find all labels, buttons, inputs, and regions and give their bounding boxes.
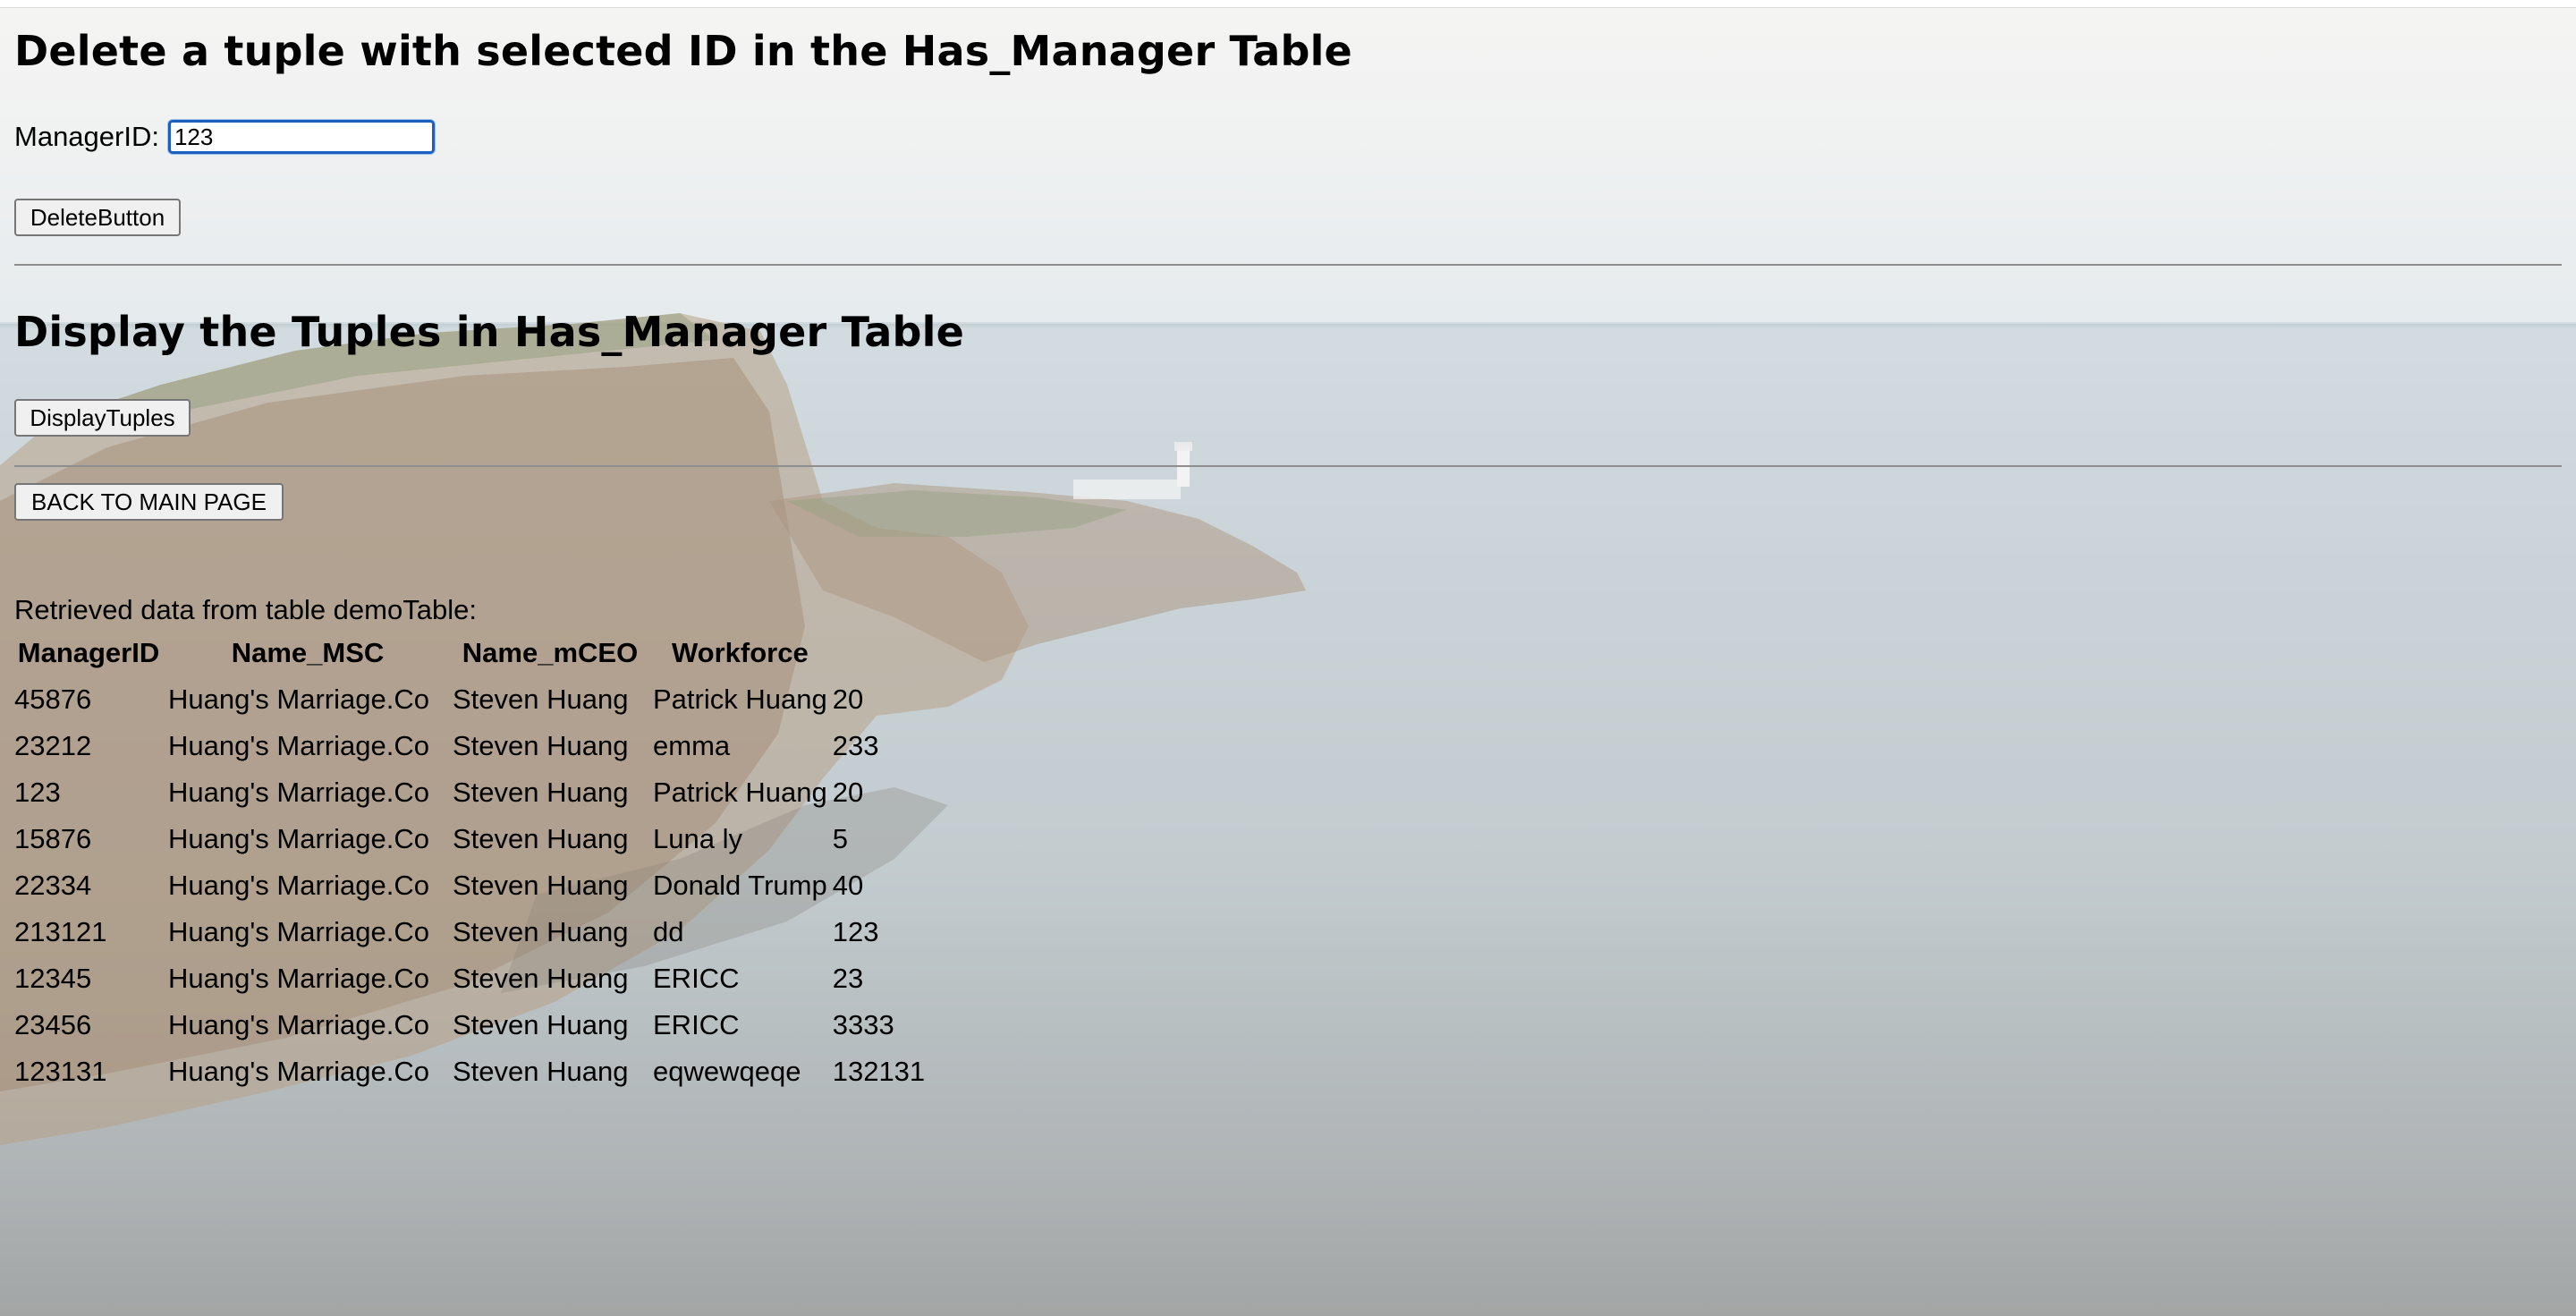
cell-name: Donald Trump <box>653 870 827 901</box>
manager-id-input[interactable] <box>167 120 435 154</box>
cell-name-mceo: Steven Huang <box>453 870 629 901</box>
cell-name-msc: Huang's Marriage.Co <box>168 823 429 854</box>
cell-managerid: 213121 <box>14 916 107 947</box>
table-header-row: ManagerID Name_MSC Name_mCEO Workforce <box>14 630 925 676</box>
results-table: ManagerID Name_MSC Name_mCEO Workforce 4… <box>9 630 930 1095</box>
manager-id-form-row: ManagerID: <box>14 120 435 154</box>
cell-managerid: 45876 <box>14 683 92 715</box>
table-row: 23456 Huang's Marriage.Co Steven Huang E… <box>14 1002 925 1049</box>
cell-name-mceo: Steven Huang <box>453 1009 629 1040</box>
cell-name: ERICC <box>653 963 740 994</box>
cell-name-mceo: Steven Huang <box>453 963 629 994</box>
cell-name: Patrick Huang <box>653 777 827 808</box>
cell-name-mceo: Steven Huang <box>453 730 629 761</box>
table-row: 123 Huang's Marriage.Co Steven Huang Pat… <box>14 769 925 816</box>
cell-workforce: 123 <box>832 916 879 947</box>
cell-name-msc: Huang's Marriage.Co <box>168 916 429 947</box>
cell-name-mceo: Steven Huang <box>453 1056 629 1087</box>
header-name-msc: Name_MSC <box>231 637 385 668</box>
cell-managerid: 15876 <box>14 823 92 854</box>
cell-name-msc: Huang's Marriage.Co <box>168 963 429 994</box>
cell-name-mceo: Steven Huang <box>453 823 629 854</box>
delete-section-heading: Delete a tuple with selected ID in the H… <box>14 27 1352 75</box>
cell-managerid: 22334 <box>14 870 92 901</box>
display-tuples-button[interactable]: DisplayTuples <box>14 399 191 437</box>
header-extra <box>833 630 925 676</box>
display-section-heading: Display the Tuples in Has_Manager Table <box>14 308 965 356</box>
table-body: 45876 Huang's Marriage.Co Steven Huang P… <box>14 676 925 1095</box>
table-row: 12345 Huang's Marriage.Co Steven Huang E… <box>14 955 925 1002</box>
cell-name: Patrick Huang <box>653 683 827 715</box>
cell-name: ERICC <box>653 1009 740 1040</box>
cell-workforce: 5 <box>832 823 848 854</box>
cell-workforce: 233 <box>832 730 879 761</box>
cell-managerid: 123131 <box>14 1056 107 1087</box>
manager-id-label: ManagerID: <box>14 121 159 152</box>
table-row: 45876 Huang's Marriage.Co Steven Huang P… <box>14 676 925 723</box>
cell-name-msc: Huang's Marriage.Co <box>168 1009 429 1040</box>
cell-managerid: 123 <box>14 777 61 808</box>
delete-button[interactable]: DeleteButton <box>14 199 181 236</box>
cell-name: Luna ly <box>653 823 742 854</box>
divider-1 <box>14 264 2562 266</box>
cell-name: emma <box>653 730 731 761</box>
cell-name-msc: Huang's Marriage.Co <box>168 870 429 901</box>
header-name-mceo: Name_mCEO <box>462 637 639 668</box>
cell-name-msc: Huang's Marriage.Co <box>168 683 429 715</box>
back-to-main-page-button[interactable]: BACK TO MAIN PAGE <box>14 483 284 521</box>
table-row: 15876 Huang's Marriage.Co Steven Huang L… <box>14 816 925 862</box>
cell-name: eqwewqeqe <box>653 1056 801 1087</box>
cell-name-msc: Huang's Marriage.Co <box>168 730 429 761</box>
cell-managerid: 23212 <box>14 730 92 761</box>
cell-name-mceo: Steven Huang <box>453 916 629 947</box>
table-row: 123131 Huang's Marriage.Co Steven Huang … <box>14 1049 925 1095</box>
divider-2 <box>14 465 2562 467</box>
cell-managerid: 12345 <box>14 963 92 994</box>
cell-workforce: 20 <box>832 683 864 715</box>
cell-name-mceo: Steven Huang <box>453 683 629 715</box>
cell-workforce: 40 <box>832 870 864 901</box>
cell-name-mceo: Steven Huang <box>453 777 629 808</box>
cell-workforce: 3333 <box>832 1009 894 1040</box>
header-workforce: Workforce <box>671 637 809 668</box>
cell-workforce: 132131 <box>832 1056 926 1087</box>
browser-top-edge <box>0 0 2576 8</box>
cell-name: dd <box>653 916 684 947</box>
cell-managerid: 23456 <box>14 1009 92 1040</box>
table-row: 23212 Huang's Marriage.Co Steven Huang e… <box>14 723 925 769</box>
table-row: 213121 Huang's Marriage.Co Steven Huang … <box>14 909 925 955</box>
header-managerid: ManagerID <box>17 637 160 668</box>
retrieved-data-caption: Retrieved data from table demoTable: <box>14 594 477 625</box>
cell-workforce: 20 <box>832 777 864 808</box>
cell-name-msc: Huang's Marriage.Co <box>168 1056 429 1087</box>
table-row: 22334 Huang's Marriage.Co Steven Huang D… <box>14 862 925 909</box>
cell-workforce: 23 <box>832 963 864 994</box>
cell-name-msc: Huang's Marriage.Co <box>168 777 429 808</box>
